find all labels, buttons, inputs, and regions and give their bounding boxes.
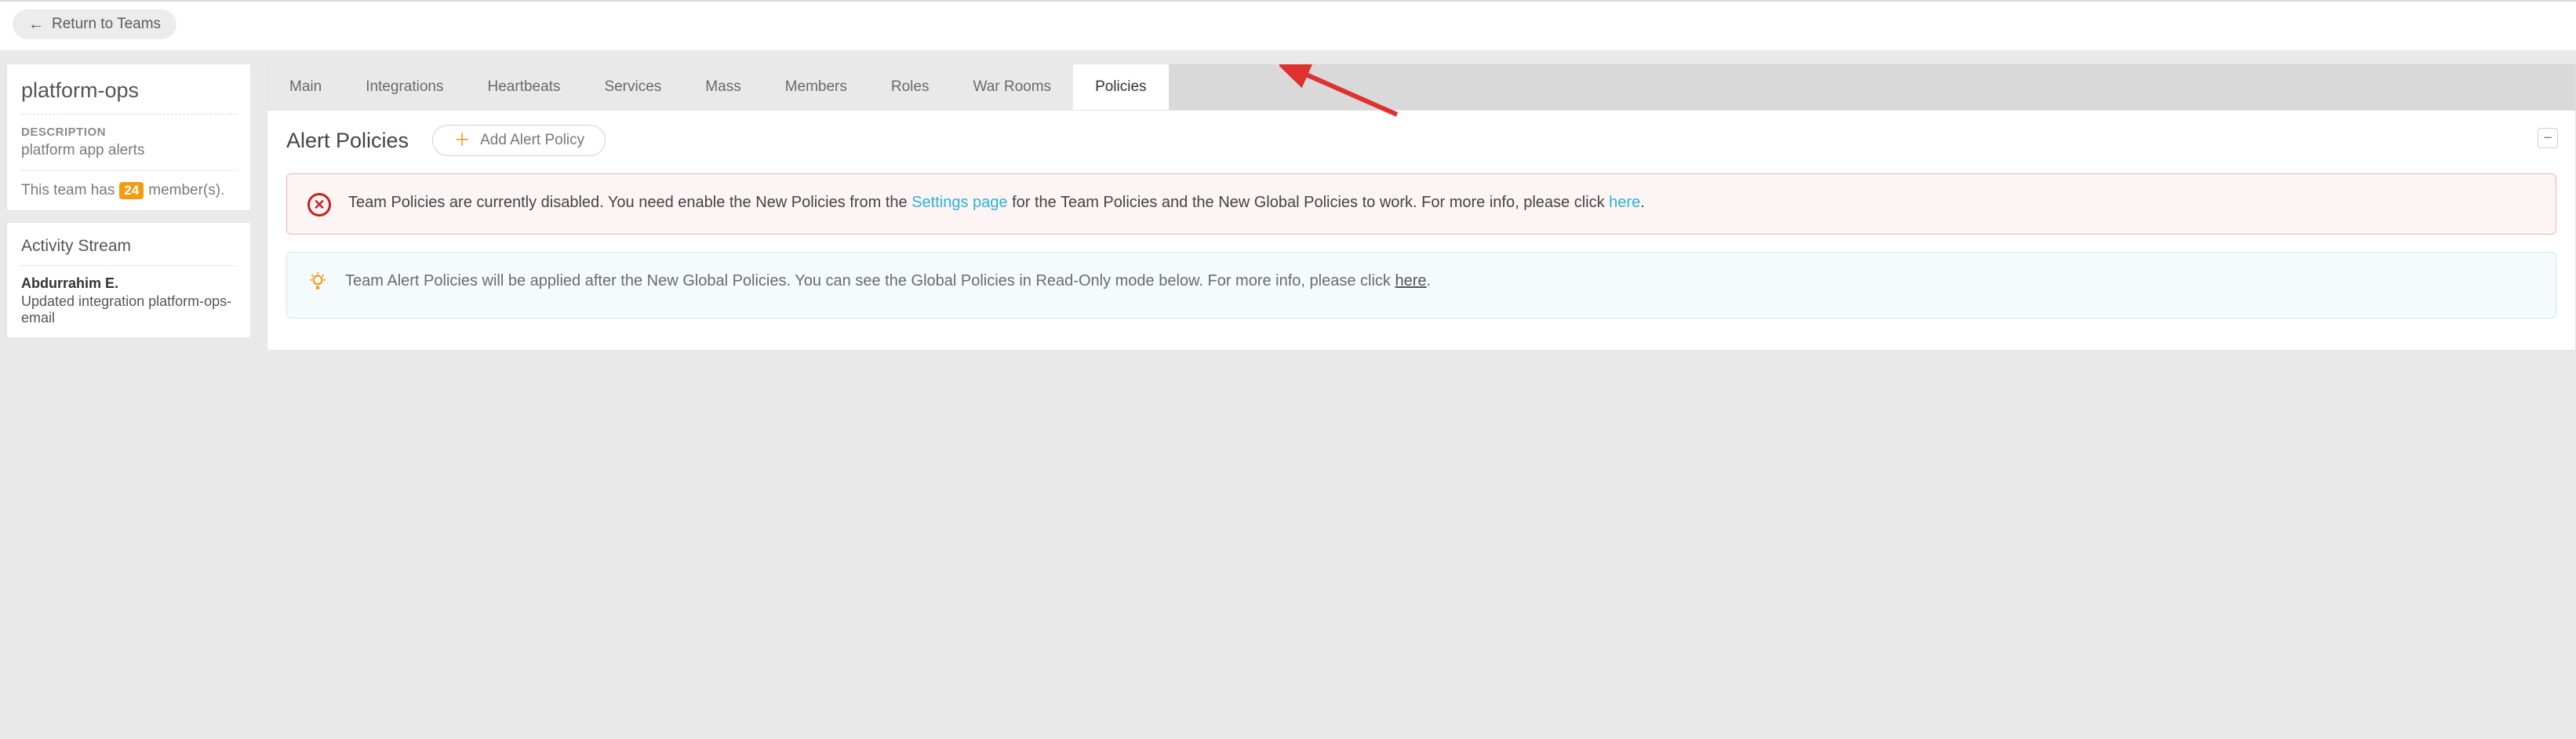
member-count-line: This team has 24 member(s). [21,182,236,199]
return-to-teams-button[interactable]: ← Return to Teams [13,9,176,39]
error-alert: ✕ Team Policies are currently disabled. … [286,173,2556,235]
error-text-3: . [1640,194,1645,211]
tab-integrations[interactable]: Integrations [344,64,465,110]
return-label: Return to Teams [52,16,161,33]
error-alert-text: Team Policies are currently disabled. Yo… [348,191,1645,214]
error-icon-wrap: ✕ [307,193,331,217]
error-text-1: Team Policies are currently disabled. Yo… [348,194,911,211]
info-alert: Team Alert Policies will be applied afte… [286,252,2556,319]
arrow-left-icon: ← [28,16,44,32]
tab-members[interactable]: Members [763,64,869,110]
description-value: platform app alerts [21,142,236,171]
activity-stream-card: Activity Stream Abdurrahim E. Updated in… [6,222,251,338]
settings-page-link[interactable]: Settings page [911,194,1007,211]
activity-user: Abdurrahim E. [21,275,236,292]
plus-icon: ＋ [453,132,471,149]
policies-panel: − Alert Policies ＋ Add Alert Policy ✕ Te… [267,111,2575,350]
add-alert-policy-button[interactable]: ＋ Add Alert Policy [432,125,606,156]
description-label: DESCRIPTION [21,126,236,139]
tab-main[interactable]: Main [267,64,344,110]
info-text-2: . [1427,272,1432,289]
sidebar: platform-ops DESCRIPTION platform app al… [6,64,251,351]
panel-header: Alert Policies ＋ Add Alert Policy [286,125,2556,156]
add-button-label: Add Alert Policy [480,132,584,149]
members-suffix: member(s). [148,182,224,199]
top-bar: ← Return to Teams [0,0,2576,51]
lightbulb-icon [307,271,328,300]
activity-stream-title: Activity Stream [21,237,236,266]
team-info-card: platform-ops DESCRIPTION platform app al… [6,64,251,211]
members-prefix: This team has [21,182,115,199]
main-panel: Main Integrations Heartbeats Services Ma… [267,64,2576,351]
tab-roles[interactable]: Roles [869,64,951,110]
info-alert-text: Team Alert Policies will be applied afte… [345,270,1431,293]
members-count-badge: 24 [119,182,144,199]
activity-item: Abdurrahim E. Updated integration platfo… [21,275,236,326]
tab-services[interactable]: Services [582,64,683,110]
collapse-button[interactable]: − [2538,128,2558,148]
tab-heartbeats[interactable]: Heartbeats [465,64,582,110]
info-text-1: Team Alert Policies will be applied afte… [345,272,1395,289]
tab-policies[interactable]: Policies [1073,64,1168,110]
info-here-link[interactable]: here [1395,272,1426,289]
tab-war-rooms[interactable]: War Rooms [951,64,1073,110]
error-circle-icon: ✕ [307,193,331,217]
panel-title: Alert Policies [286,129,409,153]
error-text-2: for the Team Policies and the New Global… [1008,194,1610,211]
activity-description: Updated integration platform-ops-email [21,293,236,326]
tab-mass[interactable]: Mass [683,64,762,110]
info-icon-wrap [307,271,328,300]
tab-spacer [1169,64,2575,110]
error-here-link[interactable]: here [1609,194,1640,211]
team-name: platform-ops [21,78,236,115]
tab-bar: Main Integrations Heartbeats Services Ma… [267,64,2575,111]
